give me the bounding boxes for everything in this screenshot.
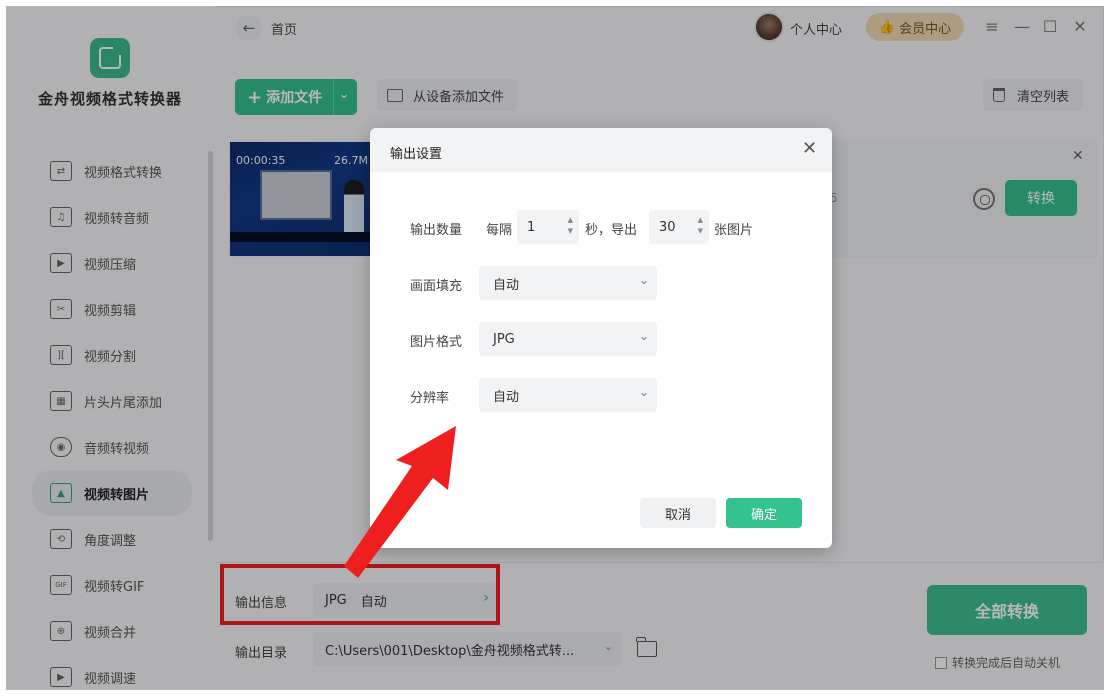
stepper-arrows-icon[interactable]: ▲ ▼	[568, 215, 573, 237]
every-label: 每隔	[486, 223, 513, 238]
chevron-down-icon: ⌄	[638, 273, 649, 287]
images-label: 张图片	[714, 223, 754, 238]
close-icon[interactable]: ✕	[802, 138, 817, 159]
chevron-down-icon: ⌄	[638, 385, 649, 399]
fill-value: 自动	[493, 277, 520, 293]
resolution-label: 分辨率	[410, 391, 450, 406]
stepper-arrows-icon[interactable]: ▲ ▼	[698, 215, 703, 237]
format-value: JPG	[493, 331, 515, 347]
dialog-title: 输出设置	[390, 147, 443, 162]
cancel-button[interactable]: 取消	[640, 498, 716, 528]
resolution-select[interactable]: 自动 ⌄	[479, 378, 657, 412]
interval-stepper[interactable]: 1 ▲ ▼	[517, 210, 579, 244]
format-label: 图片格式	[410, 335, 463, 350]
interval-value: 1	[527, 219, 536, 235]
resolution-value: 自动	[493, 389, 520, 405]
chevron-down-icon: ⌄	[638, 329, 649, 343]
fill-select[interactable]: 自动 ⌄	[479, 266, 657, 300]
ok-button[interactable]: 确定	[726, 498, 802, 528]
count-value: 30	[659, 219, 676, 235]
format-select[interactable]: JPG ⌄	[479, 322, 657, 356]
annotation-arrow-icon	[344, 426, 456, 578]
count-stepper[interactable]: 30 ▲ ▼	[649, 210, 709, 244]
seconds-export-label: 秒，导出	[585, 223, 638, 238]
output-count-label: 输出数量	[410, 223, 463, 238]
fill-label: 画面填充	[410, 279, 463, 294]
